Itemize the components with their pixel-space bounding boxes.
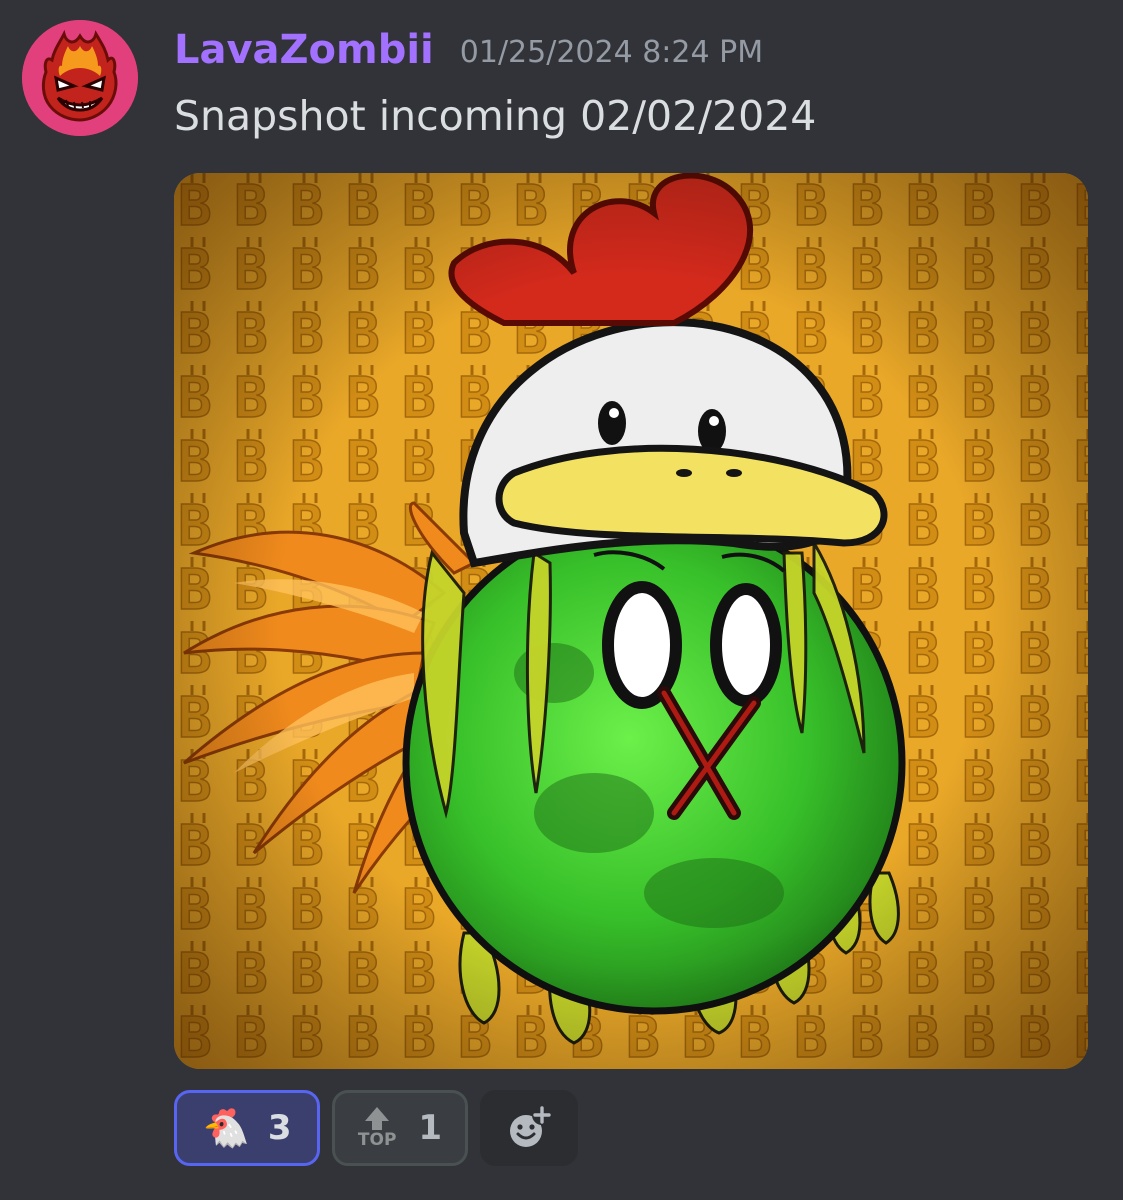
user-avatar[interactable] xyxy=(22,20,138,136)
author-username[interactable]: LavaZombii xyxy=(174,27,434,73)
reaction-count: 3 xyxy=(267,1108,292,1148)
image-attachment[interactable]: B xyxy=(174,173,1088,1069)
reactions-bar: 🐔 3 TOP 1 xyxy=(174,1090,578,1166)
top-arrow-emoji-icon: TOP xyxy=(357,1107,397,1150)
add-reaction-button[interactable] xyxy=(480,1090,578,1166)
chat-message: LavaZombii 01/25/2024 8:24 PM Snapshot i… xyxy=(0,0,1123,1200)
reaction-chicken[interactable]: 🐔 3 xyxy=(174,1090,320,1166)
add-reaction-icon xyxy=(510,1105,552,1147)
flaming-face-icon xyxy=(22,20,138,136)
message-header: LavaZombii 01/25/2024 8:24 PM xyxy=(174,22,763,78)
message-text: Snapshot incoming 02/02/2024 xyxy=(174,92,817,140)
reaction-count: 1 xyxy=(418,1108,443,1148)
message-timestamp: 01/25/2024 8:24 PM xyxy=(459,34,764,70)
top-emoji-label: TOP xyxy=(357,1130,397,1150)
reaction-top[interactable]: TOP 1 xyxy=(332,1090,468,1166)
chicken-emoji-icon: 🐔 xyxy=(202,1106,250,1150)
zombie-chicken-artwork: B xyxy=(174,173,1088,1069)
